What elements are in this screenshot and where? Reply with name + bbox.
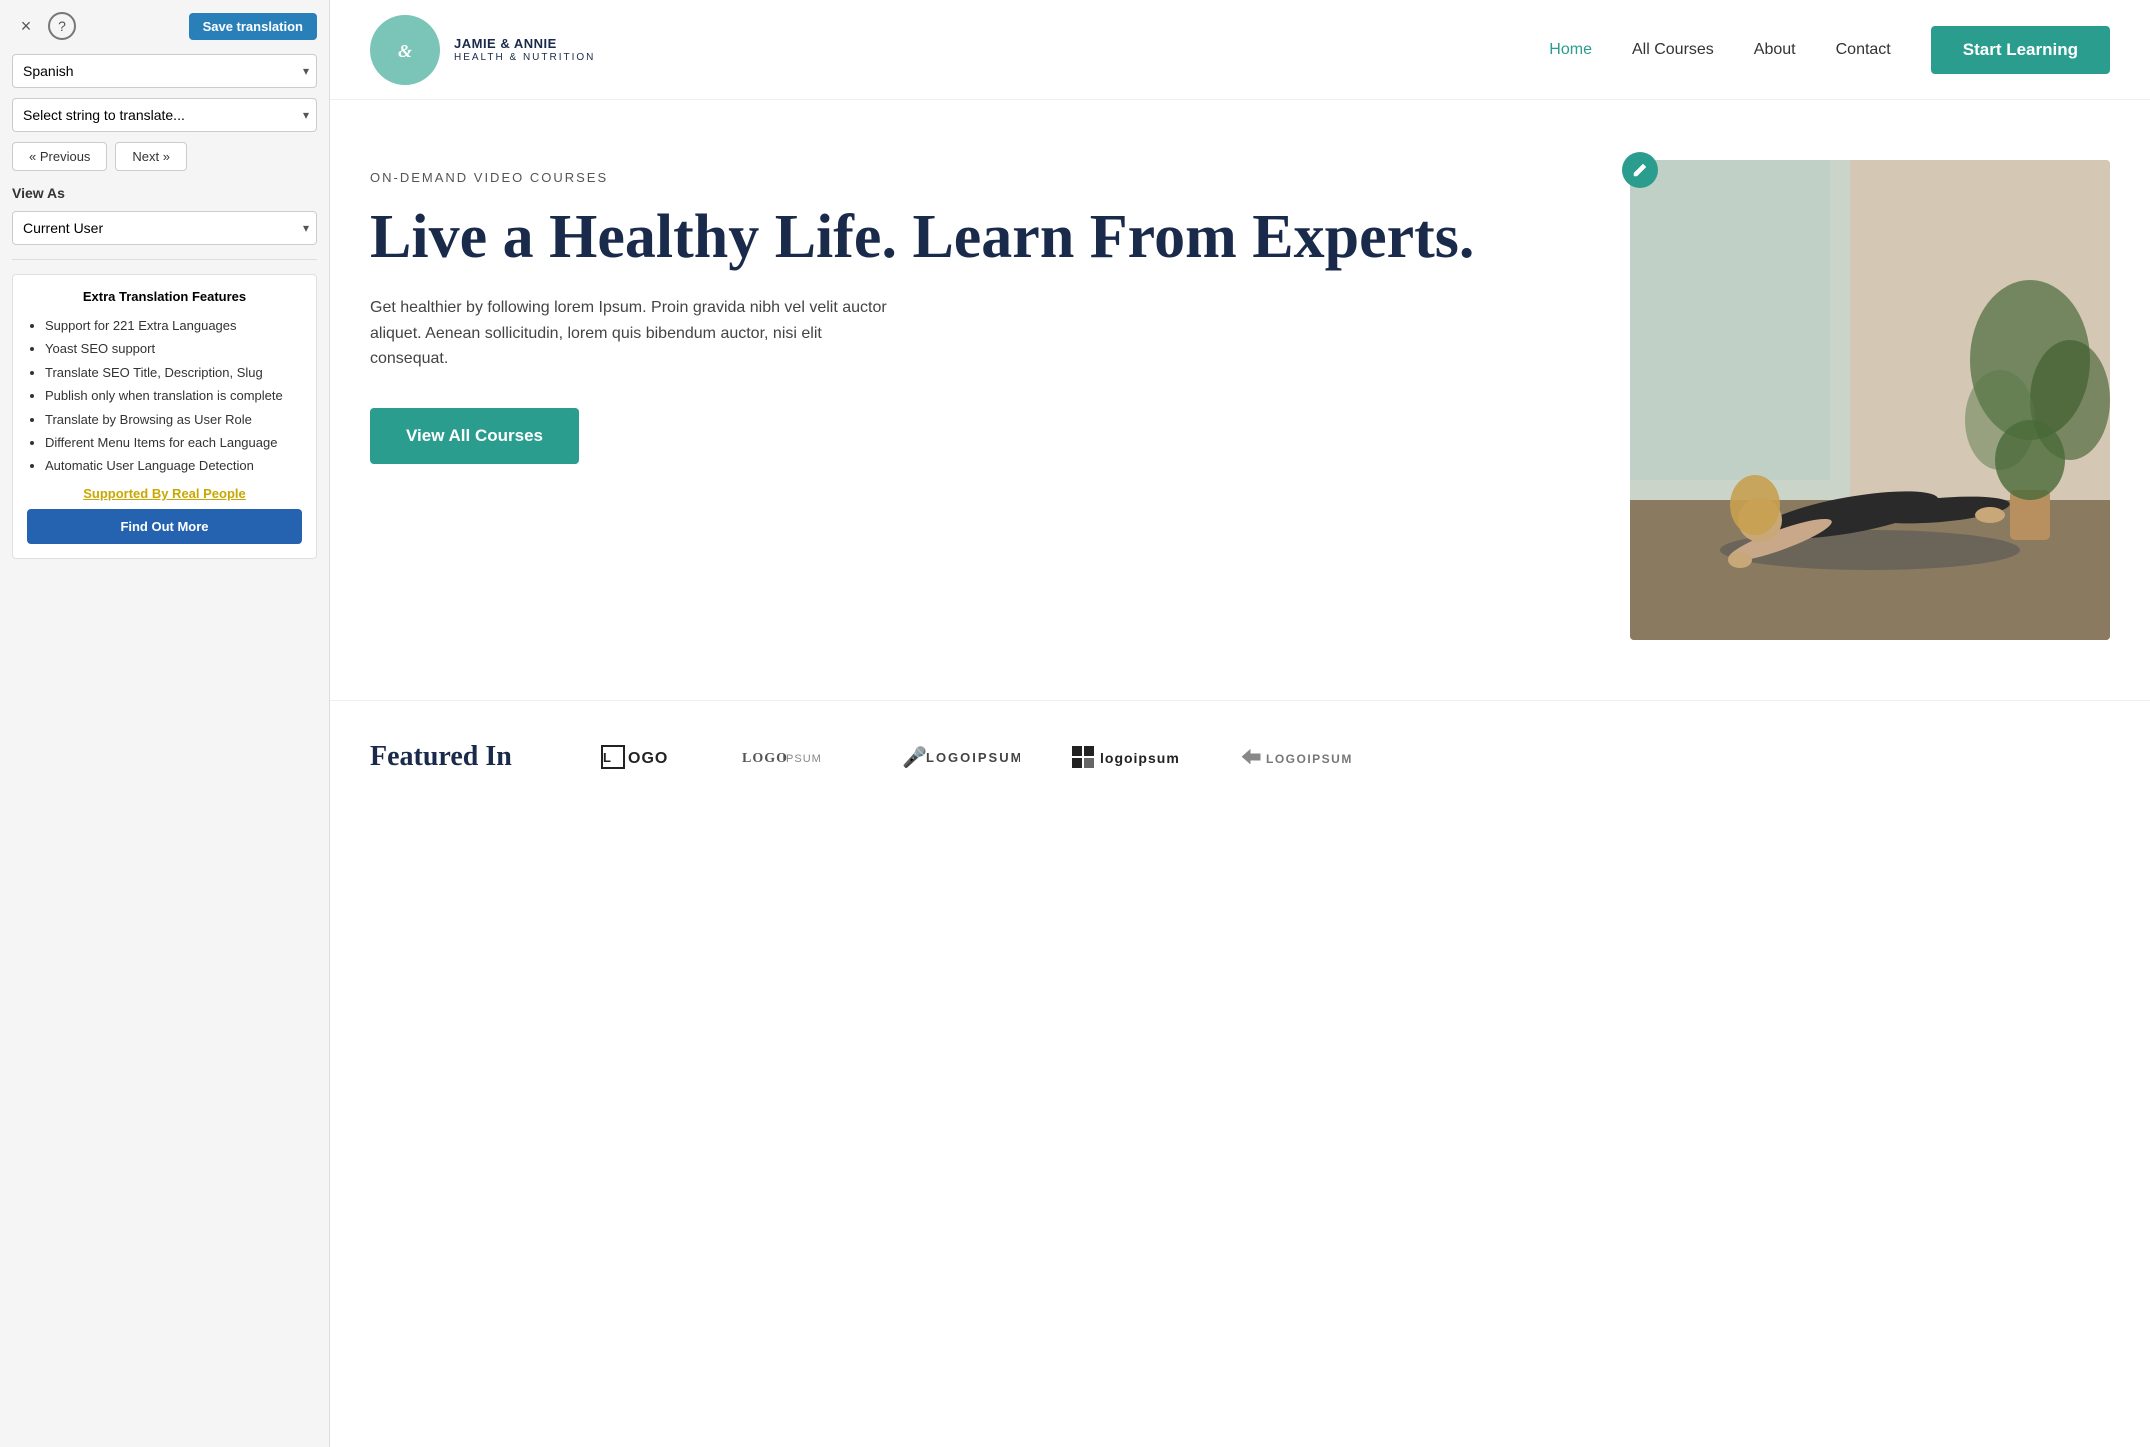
svg-text:LOGOIPSUM: LOGOIPSUM (1266, 752, 1353, 766)
view-as-select[interactable]: Current User Guest Admin (12, 211, 317, 245)
logo-item-2: LOGO IPSUM (740, 742, 850, 772)
string-select-wrapper: Select string to translate... ▾ (12, 98, 317, 132)
nav-link-all-courses[interactable]: All Courses (1632, 41, 1714, 59)
logo-svg-5: LOGOIPSUM (1240, 742, 1360, 772)
logo-name: JAMIE & ANNIE (454, 36, 595, 53)
hero-image (1630, 160, 2110, 640)
start-learning-button[interactable]: Start Learning (1931, 26, 2110, 74)
hero-tag: ON-DEMAND VIDEO COURSES (370, 170, 1590, 185)
hero-title: Live a Healthy Life. Learn From Experts. (370, 203, 1590, 271)
save-translation-button[interactable]: Save translation (189, 13, 317, 40)
find-out-more-button[interactable]: Find Out More (27, 509, 302, 544)
translation-panel: × ? Save translation Spanish French Germ… (0, 0, 330, 1447)
extra-features-title: Extra Translation Features (27, 289, 302, 304)
nav-links: Home All Courses About Contact Start Lea… (1549, 26, 2110, 74)
view-as-label: View As (12, 185, 317, 201)
hero-image-svg (1630, 160, 2110, 640)
logo-svg: & (380, 25, 430, 75)
feature-item: Different Menu Items for each Language (45, 431, 302, 454)
navbar: & JAMIE & ANNIE HEALTH & NUTRITION Home … (330, 0, 2150, 100)
feature-item: Automatic User Language Detection (45, 454, 302, 477)
logo-svg-2: LOGO IPSUM (740, 742, 850, 772)
featured-section: Featured In OGO L LOGO IPSUM 🎤 (330, 700, 2150, 813)
hero-description: Get healthier by following lorem Ipsum. … (370, 295, 890, 372)
logo-svg-4: logoipsum (1070, 742, 1190, 772)
feature-item: Publish only when translation is complet… (45, 384, 302, 407)
logo-item-3: 🎤 LOGOIPSUM (900, 742, 1020, 772)
svg-text:LOGOIPSUM: LOGOIPSUM (926, 750, 1020, 765)
nav-link-contact[interactable]: Contact (1836, 41, 1891, 59)
logo-area: & JAMIE & ANNIE HEALTH & NUTRITION (370, 15, 595, 85)
svg-text:logoipsum: logoipsum (1100, 750, 1180, 766)
edit-icon[interactable] (1622, 152, 1658, 188)
language-select-wrapper: Spanish French German ▾ (12, 54, 317, 88)
hero-section: ON-DEMAND VIDEO COURSES Live a Healthy L… (330, 100, 2150, 700)
previous-button[interactable]: « Previous (12, 142, 107, 171)
supported-by-text: Supported By Real People (27, 486, 302, 501)
svg-text:IPSUM: IPSUM (782, 753, 822, 765)
logos-row: OGO L LOGO IPSUM 🎤 LOGOIPSUM (600, 742, 1360, 772)
divider (12, 259, 317, 260)
help-button[interactable]: ? (48, 12, 76, 40)
feature-item: Translate SEO Title, Description, Slug (45, 361, 302, 384)
logo-item-4: logoipsum (1070, 742, 1190, 772)
logo-item-1: OGO L (600, 742, 690, 772)
logo-item-5: LOGOIPSUM (1240, 742, 1360, 772)
hero-content: ON-DEMAND VIDEO COURSES Live a Healthy L… (370, 160, 1590, 640)
svg-text:OGO: OGO (628, 750, 668, 767)
main-content: & JAMIE & ANNIE HEALTH & NUTRITION Home … (330, 0, 2150, 1447)
close-button[interactable]: × (12, 12, 40, 40)
feature-item: Yoast SEO support (45, 337, 302, 360)
logo-circle: & (370, 15, 440, 85)
string-select[interactable]: Select string to translate... (12, 98, 317, 132)
hero-image-area (1630, 160, 2110, 640)
logo-text-block: JAMIE & ANNIE HEALTH & NUTRITION (454, 36, 595, 64)
nav-buttons: « Previous Next » (12, 142, 317, 171)
svg-text:🎤: 🎤 (902, 745, 928, 769)
feature-item: Translate by Browsing as User Role (45, 408, 302, 431)
svg-text:L: L (603, 750, 612, 765)
next-button[interactable]: Next » (115, 142, 187, 171)
nav-link-about[interactable]: About (1754, 41, 1796, 59)
view-all-courses-button[interactable]: View All Courses (370, 408, 579, 464)
svg-text:&: & (398, 41, 412, 61)
feature-item: Support for 221 Extra Languages (45, 314, 302, 337)
logo-svg-3: 🎤 LOGOIPSUM (900, 742, 1020, 772)
logo-svg-1: OGO L (600, 742, 690, 772)
language-select[interactable]: Spanish French German (12, 54, 317, 88)
extra-features-list: Support for 221 Extra Languages Yoast SE… (27, 314, 302, 478)
extra-features-box: Extra Translation Features Support for 2… (12, 274, 317, 559)
featured-label: Featured In (370, 741, 550, 773)
nav-link-home[interactable]: Home (1549, 41, 1592, 59)
panel-top-bar: × ? Save translation (12, 12, 317, 40)
logo-subname: HEALTH & NUTRITION (454, 52, 595, 63)
view-as-select-wrapper: Current User Guest Admin ▾ (12, 211, 317, 245)
